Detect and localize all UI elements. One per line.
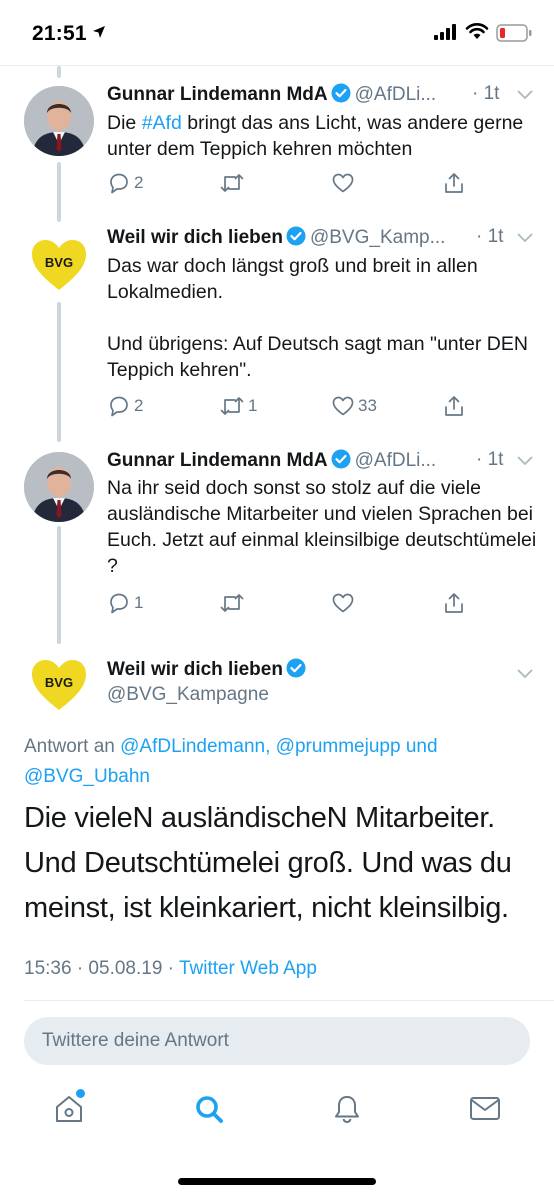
mention-link[interactable]: @prummejupp	[276, 736, 401, 757]
replying-to: Antwort an @AfDLindemann, @prummejupp un…	[24, 732, 504, 792]
verified-badge-icon	[331, 83, 351, 103]
retweet-count: 1	[248, 396, 258, 415]
tweet-paragraph: Das war doch längst groß und breit in al…	[107, 255, 478, 303]
replying-to-label: Antwort an	[24, 736, 121, 757]
divider	[24, 1000, 554, 1001]
tweet-paragraph: Und übrigens: Auf Deutsch sagt man "unte…	[107, 333, 528, 381]
verified-badge-icon	[286, 226, 306, 246]
author-handle[interactable]: @BVG_Kampagne	[107, 684, 269, 706]
like-button[interactable]	[331, 590, 358, 616]
retweet-icon	[220, 397, 244, 415]
share-button[interactable]	[442, 590, 466, 616]
reply-button[interactable]: 2	[107, 393, 143, 419]
like-button[interactable]: 33	[331, 393, 377, 419]
tweet-actions: 1	[107, 590, 487, 616]
notifications-icon[interactable]	[332, 1094, 362, 1124]
bvg-heart-avatar[interactable]: BVG	[30, 238, 88, 292]
mention-link[interactable]: @AfDLindemann,	[120, 736, 270, 757]
reply-count: 2	[134, 173, 144, 192]
author-name[interactable]: Weil wir dich lieben	[107, 227, 283, 248]
tweet-header: Weil wir dich lieben @BVG_Kamp...	[107, 226, 445, 249]
author-name[interactable]: Weil wir dich lieben	[107, 659, 283, 680]
tweet-actions: 2 1 33	[107, 393, 487, 419]
tweet-header: Gunnar Lindemann MdA @AfDLi...	[107, 83, 436, 106]
retweet-button[interactable]	[219, 170, 248, 196]
author-handle[interactable]: @BVG_Kamp...	[310, 227, 445, 248]
hashtag-link[interactable]: #Afd	[142, 112, 182, 134]
tweet-text: Das war doch längst groß und breit in al…	[107, 253, 537, 383]
tweet-time: · 1t	[476, 226, 504, 247]
search-icon[interactable]	[194, 1094, 224, 1124]
tweet-text-part: Die	[107, 112, 142, 134]
messages-icon[interactable]	[469, 1094, 501, 1124]
home-indicator	[178, 1178, 376, 1185]
tweet-timestamp: 15:36 · 05.08.19 ·	[24, 958, 179, 979]
verified-badge-icon	[286, 658, 306, 678]
tweet-text: Die #Afd bringt das ans Licht, was ander…	[107, 110, 537, 162]
reply-icon	[110, 396, 128, 417]
status-time: 21:51	[32, 22, 87, 45]
chevron-down-icon[interactable]	[516, 455, 534, 467]
thread-line	[57, 526, 61, 644]
chevron-down-icon[interactable]	[516, 232, 534, 244]
reply-icon	[110, 593, 128, 614]
author-name[interactable]: Gunnar Lindemann MdA	[107, 84, 328, 105]
tweet-time: · 1t	[472, 83, 500, 104]
verified-badge-icon	[331, 449, 351, 469]
thread-line	[57, 302, 61, 442]
tweet-source-link[interactable]: Twitter Web App	[179, 958, 317, 979]
notification-dot	[76, 1089, 85, 1098]
share-button[interactable]	[442, 170, 466, 196]
cellular-signal-icon	[434, 24, 456, 40]
share-icon	[445, 173, 463, 193]
author-handle[interactable]: @AfDLi...	[355, 84, 437, 105]
status-divider	[0, 65, 554, 66]
chevron-down-icon[interactable]	[516, 668, 534, 680]
location-arrow-icon	[93, 26, 105, 38]
like-count: 33	[358, 396, 377, 415]
tweet-header: Gunnar Lindemann MdA @AfDLi...	[107, 449, 436, 472]
retweet-icon	[220, 594, 244, 612]
retweet-icon	[220, 174, 244, 192]
bvg-heart-avatar[interactable]: BVG	[30, 658, 88, 712]
reply-count: 1	[134, 593, 144, 612]
thread-line	[57, 162, 61, 222]
reply-placeholder: Twittere deine Antwort	[42, 1030, 229, 1051]
like-button[interactable]	[331, 170, 358, 196]
share-icon	[445, 593, 463, 613]
home-icon[interactable]	[54, 1094, 84, 1124]
tweet-actions: 2	[107, 170, 487, 196]
author-name[interactable]: Gunnar Lindemann MdA	[107, 450, 328, 471]
reply-input[interactable]: Twittere deine Antwort	[24, 1017, 530, 1065]
thread-line	[57, 66, 61, 78]
reply-count: 2	[134, 396, 144, 415]
tweet-time: · 1t	[476, 449, 504, 470]
wifi-icon	[465, 23, 489, 39]
avatar-text: BVG	[45, 255, 73, 270]
replying-to-and: und	[400, 736, 438, 757]
heart-icon	[332, 593, 354, 613]
tweet-text: Na ihr seid doch sonst so stolz auf die …	[107, 477, 537, 577]
reply-button[interactable]: 1	[107, 590, 143, 616]
mention-link[interactable]: @BVG_Ubahn	[24, 766, 150, 787]
heart-icon	[332, 396, 354, 416]
share-button[interactable]	[442, 393, 466, 419]
share-icon	[445, 396, 463, 416]
tweet-header: Weil wir dich lieben	[107, 658, 310, 681]
avatar-text: BVG	[45, 675, 73, 690]
retweet-button[interactable]: 1	[219, 393, 257, 419]
author-handle[interactable]: @AfDLi...	[355, 450, 437, 471]
retweet-button[interactable]	[219, 590, 248, 616]
avatar[interactable]	[24, 452, 94, 522]
main-tweet-text: Die vieleN ausländischeN Mitarbeiter. Un…	[24, 802, 512, 924]
reply-icon	[110, 173, 128, 194]
chevron-down-icon[interactable]	[516, 89, 534, 101]
status-bar: 21:51	[0, 0, 554, 66]
tweet-meta: 15:36 · 05.08.19 · Twitter Web App	[24, 958, 317, 980]
avatar[interactable]	[24, 86, 94, 156]
heart-icon	[332, 173, 354, 193]
reply-button[interactable]: 2	[107, 170, 143, 196]
battery-low-icon	[496, 24, 532, 42]
